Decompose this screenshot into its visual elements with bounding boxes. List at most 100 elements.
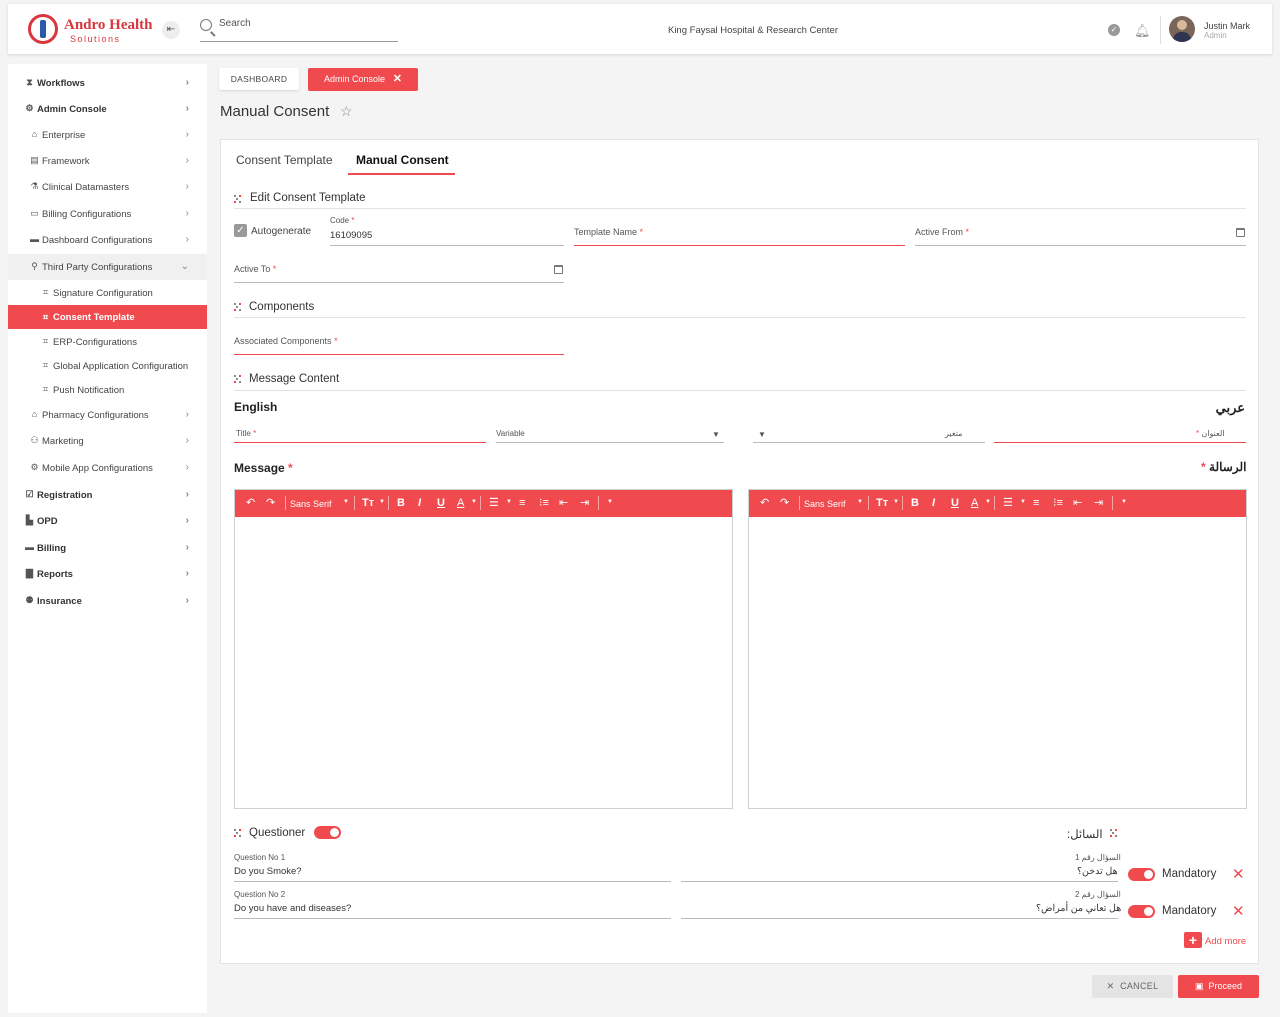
breadcrumb-admin-console[interactable]: Admin Console ✕: [308, 68, 418, 91]
bell-icon[interactable]: 🔔︎: [1134, 23, 1151, 39]
active-from-field[interactable]: [915, 245, 1246, 246]
question-1-input[interactable]: Do you Smoke?: [234, 866, 302, 877]
template-name-field[interactable]: [574, 245, 905, 246]
chevron-down-icon[interactable]: ▼: [343, 499, 349, 505]
more-options-icon[interactable]: ▼: [607, 499, 613, 505]
outdent-icon[interactable]: ⇤: [559, 497, 568, 509]
dropdown-caret-icon[interactable]: ▼: [712, 430, 720, 439]
questioner-toggle[interactable]: [314, 826, 341, 839]
proceed-button[interactable]: ▣ Proceed: [1178, 975, 1259, 998]
bold-button[interactable]: B: [397, 497, 405, 509]
sidebar-item-signature-configuration[interactable]: ⌗ Signature Configuration: [8, 280, 207, 306]
sidebar-item-reports[interactable]: ▇ Reports ›: [8, 561, 207, 587]
more-options-icon[interactable]: ▼: [1121, 499, 1127, 505]
underline-button[interactable]: U: [437, 497, 445, 509]
breadcrumb-dashboard[interactable]: DASHBOARD: [219, 68, 299, 90]
bold-button[interactable]: B: [911, 497, 919, 509]
code-field[interactable]: 16109095: [330, 230, 372, 241]
chevron-down-icon[interactable]: ▼: [857, 499, 863, 505]
variable-ar-dropdown[interactable]: [753, 442, 985, 443]
sidebar-item-opd[interactable]: ▙ OPD ›: [8, 508, 207, 534]
active-to-field[interactable]: [234, 282, 564, 283]
chevron-down-icon[interactable]: ▼: [506, 499, 512, 505]
user-name[interactable]: Justin Mark: [1204, 21, 1250, 31]
collapse-sidebar-icon[interactable]: ⇤: [162, 21, 180, 39]
question-1-ar-input[interactable]: هل تدخن؟: [1077, 866, 1118, 877]
sidebar-item-consent-template[interactable]: ⌗ Consent Template: [8, 305, 207, 329]
align-icon[interactable]: ☰: [489, 497, 499, 509]
indent-icon[interactable]: ⇥: [1094, 497, 1103, 509]
sidebar-item-clinical-datamasters[interactable]: ⚗ Clinical Datamasters ›: [8, 174, 207, 200]
sidebar-item-erp-configurations[interactable]: ⌗ ERP-Configurations: [8, 329, 207, 355]
chevron-down-icon[interactable]: ▼: [471, 499, 477, 505]
underline-button[interactable]: U: [951, 497, 959, 509]
sidebar-item-push-notification[interactable]: ⌗ Push Notification: [8, 377, 207, 403]
dropdown-caret-icon[interactable]: ▼: [758, 430, 766, 439]
calendar-icon[interactable]: [554, 265, 563, 274]
sidebar-item-admin-console[interactable]: ⚙ Admin Console ›: [8, 96, 207, 122]
remove-question-icon[interactable]: ✕: [1232, 902, 1245, 920]
tab-consent-template[interactable]: Consent Template: [236, 153, 333, 167]
sidebar-item-workflows[interactable]: ⧗ Workflows ›: [8, 70, 207, 96]
star-icon[interactable]: ☆: [340, 103, 353, 120]
sidebar-item-insurance[interactable]: ⚉ Insurance ›: [8, 588, 207, 614]
text-color-button[interactable]: A: [457, 497, 464, 509]
message-editor-arabic[interactable]: ↶ ↷ Sans Serif ▼ Tт ▼ B I U A ▼ ☰ ▼ ≡ ⁝≡…: [748, 489, 1247, 809]
variable-dropdown[interactable]: [496, 442, 724, 443]
sidebar-item-marketing[interactable]: ⚇ Marketing ›: [8, 428, 207, 454]
remove-question-icon[interactable]: ✕: [1232, 865, 1245, 883]
sidebar-item-mobile-app-configurations[interactable]: ⚙ Mobile App Configurations ›: [8, 455, 207, 481]
chevron-down-icon[interactable]: ▼: [985, 499, 991, 505]
autogenerate-checkbox[interactable]: ✓: [234, 224, 247, 237]
message-editor-english[interactable]: ↶ ↷ Sans Serif ▼ Tт ▼ B I U A ▼ ☰ ▼ ≡ ⁝≡…: [234, 489, 733, 809]
question-2-input[interactable]: Do you have and diseases?: [234, 903, 351, 914]
sidebar-item-pharmacy-configurations[interactable]: ⌂ Pharmacy Configurations ›: [8, 402, 207, 428]
bullet-list-icon[interactable]: ⁝≡: [539, 497, 549, 509]
sidebar-item-dashboard-configurations[interactable]: ▬ Dashboard Configurations ›: [8, 227, 207, 253]
title-ar-field[interactable]: [994, 442, 1246, 443]
code-underline: [330, 245, 564, 246]
sidebar-item-billing-configurations[interactable]: ▭ Billing Configurations ›: [8, 201, 207, 227]
sidebar-item-enterprise[interactable]: ⌂ Enterprise ›: [8, 122, 207, 148]
close-icon[interactable]: ✕: [393, 68, 402, 91]
calendar-icon[interactable]: [1236, 228, 1245, 237]
sidebar-item-third-party-configurations[interactable]: ⚲ Third Party Configurations ⌄: [8, 254, 207, 280]
redo-icon[interactable]: ↷: [266, 497, 275, 509]
undo-icon[interactable]: ↶: [246, 497, 255, 509]
sidebar-item-global-application-configuration[interactable]: ⌗ Global Application Configuration: [8, 353, 207, 379]
tab-manual-consent[interactable]: Manual Consent: [356, 153, 449, 167]
font-size-icon[interactable]: Tт: [876, 497, 888, 509]
chevron-down-icon[interactable]: ▼: [1020, 499, 1026, 505]
undo-icon[interactable]: ↶: [760, 497, 769, 509]
font-select[interactable]: Sans Serif: [804, 498, 846, 510]
font-select[interactable]: Sans Serif: [290, 498, 332, 510]
verified-badge-icon[interactable]: ✓: [1108, 24, 1120, 36]
ordered-list-icon[interactable]: ≡: [519, 497, 525, 509]
add-icon[interactable]: +: [1184, 932, 1202, 948]
chevron-down-icon[interactable]: ▼: [379, 499, 385, 505]
italic-button[interactable]: I: [418, 497, 421, 509]
question-2-ar-input[interactable]: هل تعاني من أمراض؟: [1036, 903, 1121, 914]
outdent-icon[interactable]: ⇤: [1073, 497, 1082, 509]
question-1-mandatory-toggle[interactable]: [1128, 868, 1155, 881]
title-field[interactable]: [234, 442, 486, 443]
indent-icon[interactable]: ⇥: [580, 497, 589, 509]
chevron-down-icon[interactable]: ▼: [893, 499, 899, 505]
question-2-mandatory-toggle[interactable]: [1128, 905, 1155, 918]
bullet-list-icon[interactable]: ⁝≡: [1053, 497, 1063, 509]
sidebar-item-billing[interactable]: ▬ Billing ›: [8, 535, 207, 561]
align-icon[interactable]: ☰: [1003, 497, 1013, 509]
avatar[interactable]: [1169, 16, 1195, 42]
sidebar-item-framework[interactable]: ▤ Framework ›: [8, 148, 207, 174]
cancel-button[interactable]: ✕ CANCEL: [1092, 975, 1173, 998]
text-color-button[interactable]: A: [971, 497, 978, 509]
brand-logo[interactable]: Andro Health Solutions: [28, 14, 152, 46]
ordered-list-icon[interactable]: ≡: [1033, 497, 1039, 509]
font-size-icon[interactable]: Tт: [362, 497, 374, 509]
italic-button[interactable]: I: [932, 497, 935, 509]
add-more-button[interactable]: Add more: [1205, 936, 1246, 947]
redo-icon[interactable]: ↷: [780, 497, 789, 509]
sidebar-item-registration[interactable]: ☑ Registration ›: [8, 482, 207, 508]
search-input[interactable]: [219, 18, 389, 29]
associated-components-field[interactable]: [234, 354, 564, 355]
